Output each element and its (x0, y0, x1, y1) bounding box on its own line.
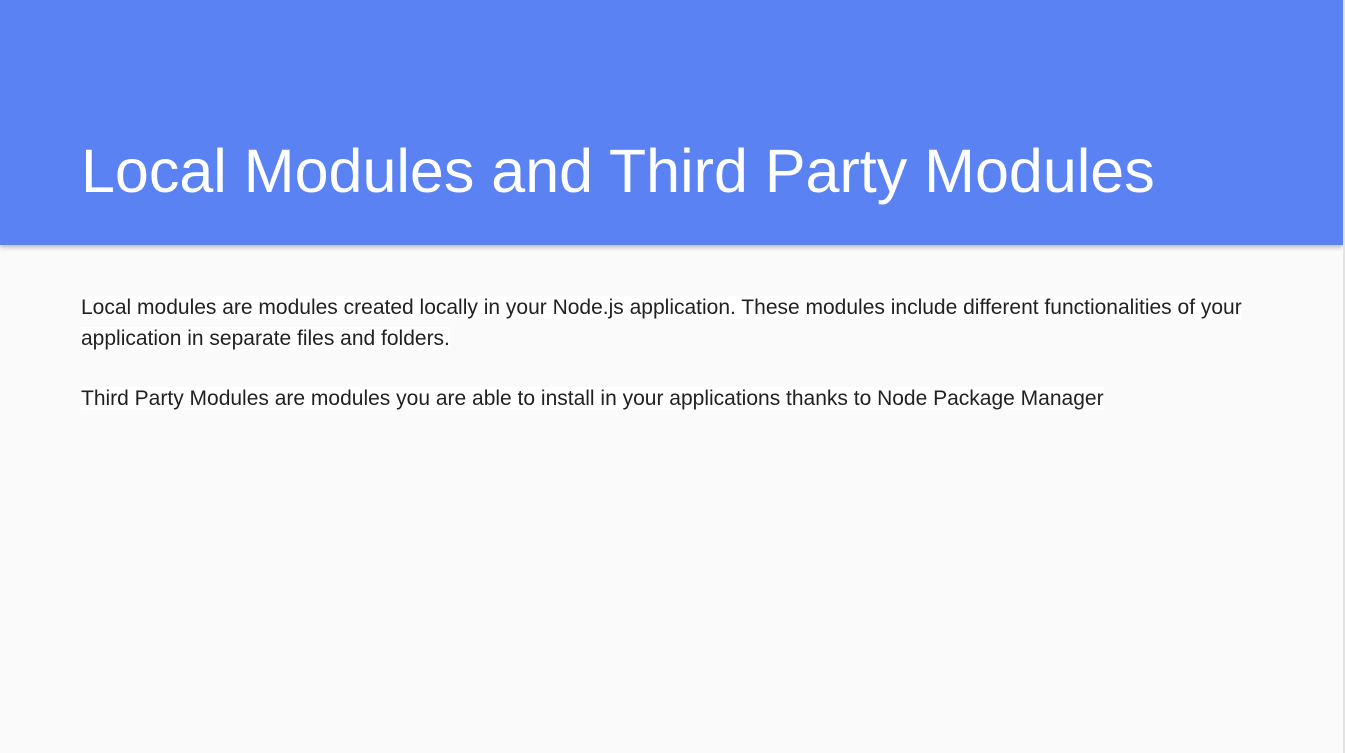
slide-title: Local Modules and Third Party Modules (81, 137, 1155, 205)
body-paragraph-third-party-modules: Third Party Modules are modules you are … (81, 383, 1271, 414)
slide-body: Local modules are modules created locall… (81, 292, 1271, 414)
body-paragraph-local-modules-text: Local modules are modules created locall… (81, 296, 1242, 350)
body-paragraph-local-modules: Local modules are modules created locall… (81, 292, 1271, 354)
slide: Local Modules and Third Party Modules Lo… (0, 0, 1345, 753)
body-paragraph-third-party-modules-text: Third Party Modules are modules you are … (81, 387, 1104, 410)
slide-header: Local Modules and Third Party Modules (0, 0, 1343, 245)
